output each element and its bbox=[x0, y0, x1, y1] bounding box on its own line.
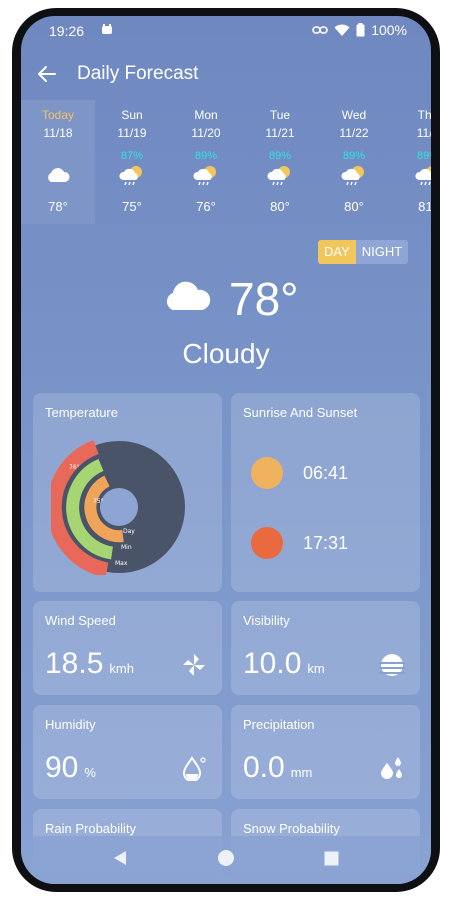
visibility-card[interactable]: Visibility 10.0 km bbox=[231, 601, 420, 695]
forecast-day-name: Today bbox=[41, 108, 75, 122]
wind-speed-card[interactable]: Wind Speed 18.5 kmh bbox=[33, 601, 222, 695]
card-title: Temperature bbox=[45, 405, 118, 420]
wind-speed-unit: kmh bbox=[109, 661, 134, 676]
forecast-day-date: 11/2 bbox=[416, 126, 431, 140]
forecast-day-name: Mon bbox=[194, 108, 218, 122]
card-title: Sunrise And Sunset bbox=[243, 405, 358, 420]
partly-cloudy-rain-icon bbox=[341, 166, 364, 186]
night-option[interactable]: NIGHT bbox=[356, 240, 408, 264]
forecast-day-date: 11/21 bbox=[265, 126, 295, 140]
partly-cloudy-rain-icon bbox=[267, 166, 290, 186]
forecast-day-name: Tue bbox=[269, 108, 291, 122]
forecast-day[interactable]: Thu 11/2 89% 81° bbox=[391, 100, 431, 224]
link-icon bbox=[312, 26, 328, 34]
forecast-day-name: Sun bbox=[121, 108, 143, 122]
card-title: Precipitation bbox=[243, 717, 315, 732]
temperature-card[interactable]: Temperature 76° 75° Day Min Max bbox=[33, 393, 222, 592]
nav-recents-icon[interactable] bbox=[324, 851, 339, 866]
daily-forecast-strip: Today 11/18 78° Sun 11/19 87% 75° Mon 11… bbox=[21, 100, 431, 224]
visibility-unit: km bbox=[307, 661, 325, 676]
status-bar: 19:26 100% bbox=[21, 16, 431, 46]
raindrops-icon bbox=[381, 757, 402, 779]
humidity-drop-icon bbox=[182, 756, 206, 781]
current-temperature: 78° bbox=[229, 273, 299, 325]
card-title: Rain Probability bbox=[45, 821, 137, 836]
ring-label: Day bbox=[123, 528, 135, 535]
forecast-day[interactable]: Wed 11/22 89% 80° bbox=[317, 100, 391, 224]
forecast-day-temp: 78° bbox=[48, 199, 68, 214]
pinwheel-icon bbox=[183, 654, 205, 676]
cloud-icon bbox=[48, 168, 70, 182]
forecast-day[interactable]: Sun 11/19 87% 75° bbox=[95, 100, 169, 224]
partly-cloudy-rain-icon bbox=[415, 166, 431, 186]
card-title: Wind Speed bbox=[45, 613, 116, 628]
wifi-icon bbox=[334, 24, 350, 36]
visibility-number: 10.0 bbox=[243, 647, 302, 680]
forecast-day-temp: 80° bbox=[344, 199, 364, 214]
forecast-day-date: 11/20 bbox=[191, 126, 221, 140]
forecast-day[interactable]: Tue 11/21 89% 80° bbox=[243, 100, 317, 224]
android-notification-icon bbox=[102, 24, 112, 34]
forecast-day-name: Wed bbox=[341, 108, 367, 122]
partly-cloudy-rain-icon bbox=[119, 166, 142, 186]
forecast-day-date: 11/19 bbox=[117, 126, 147, 140]
fog-sun-icon bbox=[379, 654, 405, 676]
wind-speed-number: 18.5 bbox=[45, 647, 104, 680]
forecast-day[interactable]: Mon 11/20 89% 76° bbox=[169, 100, 243, 224]
forecast-day-precip-probability: 87% bbox=[120, 150, 144, 162]
forecast-day-temp: 76° bbox=[196, 199, 216, 214]
forecast-day-date: 11/22 bbox=[339, 126, 369, 140]
forecast-day-name: Thu bbox=[417, 108, 431, 122]
cloud-icon bbox=[166, 281, 211, 310]
sunrise-sunset-card[interactable]: Sunrise And Sunset 06:41 17:31 bbox=[231, 393, 420, 592]
ring-label: 75° bbox=[93, 498, 104, 505]
forecast-day-date: 11/18 bbox=[43, 126, 73, 140]
forecast-day-precip-probability: 89% bbox=[194, 150, 218, 162]
card-title: Visibility bbox=[243, 613, 290, 628]
card-title: Humidity bbox=[45, 717, 96, 732]
card-title: Snow Probability bbox=[243, 821, 340, 836]
sunrise-time: 06:41 bbox=[303, 463, 349, 483]
screen: 19:26 100% Daily Forecast Today 11/18 78… bbox=[21, 16, 431, 884]
day-night-toggle: DAY NIGHT bbox=[318, 240, 409, 264]
forecast-day-temp: 75° bbox=[122, 199, 142, 214]
temperature-ring-chart: 76° 75° Day Min Max bbox=[51, 439, 185, 575]
forecast-day-precip-probability: 89% bbox=[416, 150, 431, 162]
battery-icon bbox=[356, 23, 365, 37]
precipitation-card[interactable]: Precipitation 0.0 mm bbox=[231, 705, 420, 799]
back-arrow-icon[interactable] bbox=[33, 60, 61, 88]
wind-speed-value: 18.5 kmh bbox=[45, 647, 134, 681]
app-bar: Daily Forecast bbox=[21, 56, 431, 96]
current-condition: Cloudy bbox=[182, 338, 270, 369]
ring-label: Max bbox=[115, 560, 128, 567]
nav-back-icon[interactable] bbox=[113, 850, 127, 866]
status-time: 19:26 bbox=[49, 23, 85, 39]
humidity-unit: % bbox=[84, 765, 96, 780]
humidity-number: 90 bbox=[45, 751, 79, 784]
nav-home-icon[interactable] bbox=[217, 849, 235, 867]
forecast-day-precip-probability: 89% bbox=[268, 150, 292, 162]
sunset-icon bbox=[251, 527, 283, 559]
ring-label: Min bbox=[121, 544, 132, 551]
forecast-day-precip-probability: 89% bbox=[342, 150, 366, 162]
forecast-day-temp: 80° bbox=[270, 199, 290, 214]
page-title: Daily Forecast bbox=[77, 63, 199, 84]
precipitation-unit: mm bbox=[290, 765, 313, 780]
forecast-day-today[interactable]: Today 11/18 78° bbox=[21, 100, 95, 224]
precipitation-value: 0.0 mm bbox=[243, 751, 312, 785]
day-option[interactable]: DAY bbox=[318, 240, 356, 264]
ring-label: 76° bbox=[69, 464, 80, 471]
forecast-day-temp: 81° bbox=[418, 199, 431, 214]
precipitation-number: 0.0 bbox=[243, 751, 285, 784]
humidity-card[interactable]: Humidity 90% bbox=[33, 705, 222, 799]
partly-cloudy-rain-icon bbox=[193, 166, 216, 186]
sunrise-icon bbox=[251, 457, 283, 489]
visibility-value: 10.0 km bbox=[243, 647, 325, 681]
humidity-value: 90% bbox=[45, 751, 96, 785]
sunset-time: 17:31 bbox=[303, 533, 349, 553]
system-nav-bar bbox=[21, 836, 431, 884]
status-icons: 100% bbox=[312, 22, 407, 38]
battery-percent: 100% bbox=[371, 22, 407, 38]
